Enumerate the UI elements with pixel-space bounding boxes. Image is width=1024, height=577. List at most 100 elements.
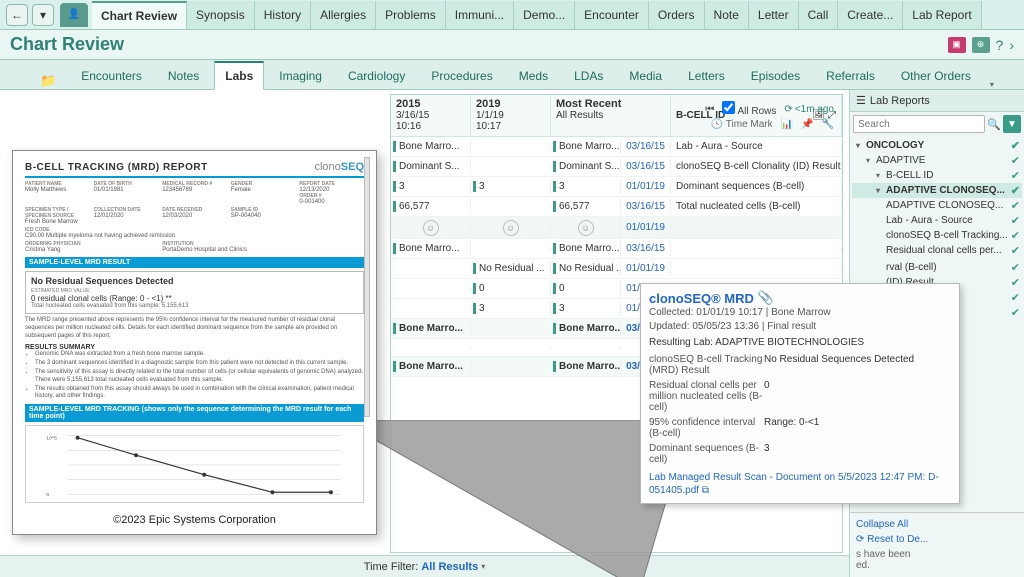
tab-create[interactable]: Create... <box>838 1 903 29</box>
refresh-button[interactable]: ⟳<1m ago <box>784 104 834 115</box>
subtab-ldas[interactable]: LDAs <box>563 62 614 89</box>
tree-item[interactable]: ADAPTIVE CLONOSEQ...✔ <box>852 198 1022 213</box>
reset-button[interactable]: ⟳ Reset to De... <box>856 532 1018 547</box>
tab-chart-review[interactable]: Chart Review <box>92 1 187 29</box>
tree-item[interactable]: clonoSEQ B-cell Tracking...✔ <box>852 228 1022 243</box>
subtab-procedures[interactable]: Procedures <box>420 62 503 89</box>
title-bar: Chart Review ▣ ⊕ ? › <box>0 30 1024 60</box>
scrollbar[interactable] <box>364 157 370 417</box>
popup-title: clonoSEQ® MRD 📎 <box>649 290 951 306</box>
popup-meta: Collected: 01/01/19 10:17 | Bone Marrow … <box>649 306 951 333</box>
search-input[interactable] <box>853 115 985 133</box>
panel-message: s have beened. <box>856 547 1018 573</box>
popup-row: 95% confidence interval (B-cell)Range: 0… <box>649 415 951 441</box>
avatar-row: ☺ ☺ ☺ 01/01/19 <box>391 217 842 239</box>
tree-item[interactable]: rval (B-cell)✔ <box>852 260 1022 275</box>
popup-row: clonoSEQ B-cell Tracking (MRD) ResultNo … <box>649 352 951 378</box>
report-fields: PATIENT NAMEMolly Matthews DATE OF BIRTH… <box>25 181 364 253</box>
tab-call[interactable]: Call <box>799 1 839 29</box>
grid-pin-icon[interactable]: 📌 <box>801 119 813 130</box>
table-row[interactable]: 66,577 66,577 03/16/15 Total nucleated c… <box>391 197 842 217</box>
tab-lab-report[interactable]: Lab Report <box>903 1 981 29</box>
popup-row: Dominant sequences (B-cell)3 <box>649 441 951 467</box>
subtab-media[interactable]: Media <box>618 62 673 89</box>
tab-letter[interactable]: Letter <box>749 1 799 29</box>
top-toolbar: ← ▾ 👤 Chart Review Synopsis History Alle… <box>0 0 1024 30</box>
collapse-all-button[interactable]: Collapse All <box>856 517 1018 532</box>
table-row[interactable]: Dominant S... Dominant S... 03/16/15 clo… <box>391 157 842 177</box>
subtab-imaging[interactable]: Imaging <box>268 62 333 89</box>
search-icon[interactable]: 🔍 <box>987 118 1001 131</box>
avatar-icon: ☺ <box>423 220 439 236</box>
mrd-tracking-chart: 10^5 0 <box>25 425 364 503</box>
results-summary-header: RESULTS SUMMARY <box>25 344 364 351</box>
col-most-recent[interactable]: Most Recent All Results <box>551 95 671 136</box>
open-doc-icon[interactable]: ⧉ <box>702 485 709 496</box>
tab-note[interactable]: Note <box>705 1 749 29</box>
subtab-bar: 📁 Encounters Notes Labs Imaging Cardiolo… <box>0 60 1024 90</box>
tree-item[interactable]: Residual clonal cells per...✔ <box>852 243 1022 258</box>
svg-text:0: 0 <box>46 492 49 498</box>
report-document: B-CELL TRACKING (MRD) REPORT clonoSEQ PA… <box>12 150 377 535</box>
popup-row: Residual clonal cells per million nuclea… <box>649 378 951 415</box>
time-filter-bar[interactable]: Time Filter:All Results▾ <box>0 555 849 577</box>
help-icon[interactable]: ? <box>996 37 1004 53</box>
avatar-icon: ☺ <box>578 220 594 236</box>
all-rows-checkbox[interactable]: All Rows <box>722 101 776 117</box>
table-row[interactable]: No Residual ... No Residual ... 01/01/19 <box>391 259 842 279</box>
folder-icon[interactable]: 📁 <box>40 73 56 89</box>
back-button[interactable]: ← <box>6 4 28 26</box>
subtab-labs[interactable]: Labs <box>214 61 264 90</box>
col-2019[interactable]: 2019 1/1/19 10:17 <box>471 95 551 136</box>
results-summary: Genomic DNA was extracted from a fresh b… <box>25 351 364 401</box>
tree-item[interactable]: ▾B-CELL ID✔ <box>852 168 1022 183</box>
grid-chart-icon[interactable]: 📊 <box>781 119 793 130</box>
tab-history[interactable]: History <box>255 1 311 29</box>
tab-demographics[interactable]: Demo... <box>514 1 575 29</box>
filter-button[interactable]: ▼ <box>1003 115 1021 133</box>
table-row[interactable]: Bone Marro... Bone Marro... 03/16/15 Lab… <box>391 137 842 157</box>
list-icon: ☰ <box>856 94 866 107</box>
subtab-notes[interactable]: Notes <box>157 62 210 89</box>
report-title: B-CELL TRACKING (MRD) REPORT <box>25 162 208 173</box>
document-link[interactable]: Lab Managed Result Scan - Document on 5/… <box>649 471 951 497</box>
attachment-icon[interactable]: 📎 <box>758 290 774 306</box>
tab-problems[interactable]: Problems <box>376 1 446 29</box>
time-mark-button[interactable]: 🕓 Time Mark <box>711 119 773 130</box>
tab-immunizations[interactable]: Immuni... <box>446 1 514 29</box>
tab-synopsis[interactable]: Synopsis <box>187 1 255 29</box>
tree-item[interactable]: ▾ADAPTIVE✔ <box>852 153 1022 168</box>
tab-encounter[interactable]: Encounter <box>575 1 649 29</box>
table-row[interactable]: Bone Marro... Bone Marro... 03/16/15 <box>391 239 842 259</box>
chart-review-icon: 👤 <box>60 3 88 27</box>
tree-item[interactable]: ▾ONCOLOGY✔ <box>852 138 1022 153</box>
subtab-other-orders[interactable]: Other Orders <box>890 62 982 89</box>
tree-item[interactable]: ▾ADAPTIVE CLONOSEQ...✔ <box>852 183 1022 198</box>
tree-item[interactable]: Lab - Aura - Source✔ <box>852 213 1022 228</box>
subtab-letters[interactable]: Letters <box>677 62 736 89</box>
avatar-icon: ☺ <box>503 220 519 236</box>
subtab-encounters[interactable]: Encounters <box>70 62 153 89</box>
tab-orders[interactable]: Orders <box>649 1 705 29</box>
forward-button[interactable]: ▾ <box>32 4 54 26</box>
subtab-overflow[interactable]: ▾ <box>990 80 994 89</box>
report-bar-1: SAMPLE-LEVEL MRD RESULT <box>25 257 364 268</box>
skip-prev-icon[interactable]: ⏮ <box>705 104 714 115</box>
copyright: ©2023 Epic Systems Corporation <box>13 514 376 526</box>
col-2015[interactable]: 2015 3/16/15 10:16 <box>391 95 471 136</box>
panel-header: ☰ Lab Reports <box>850 90 1024 112</box>
table-row[interactable]: 3 3 3 01/01/19 Dominant sequences (B-cel… <box>391 177 842 197</box>
report-result-box: No Residual Sequences Detected ESTIMATED… <box>25 271 364 314</box>
svg-text:10^5: 10^5 <box>46 436 57 442</box>
video-icon[interactable]: ▣ <box>948 37 966 53</box>
resulting-lab: Resulting Lab: ADAPTIVE BIOTECHNOLOGIES <box>649 337 951 348</box>
subtab-referrals[interactable]: Referrals <box>815 62 886 89</box>
tab-allergies[interactable]: Allergies <box>311 1 376 29</box>
grid-wrench-icon[interactable]: 🔧 <box>822 119 834 130</box>
subtab-meds[interactable]: Meds <box>508 62 559 89</box>
subtab-cardiology[interactable]: Cardiology <box>337 62 416 89</box>
close-icon[interactable]: › <box>1009 37 1014 53</box>
subtab-episodes[interactable]: Episodes <box>740 62 811 89</box>
result-detail-popup: clonoSEQ® MRD 📎 Collected: 01/01/19 10:1… <box>640 283 960 504</box>
badge-icon[interactable]: ⊕ <box>972 37 990 53</box>
